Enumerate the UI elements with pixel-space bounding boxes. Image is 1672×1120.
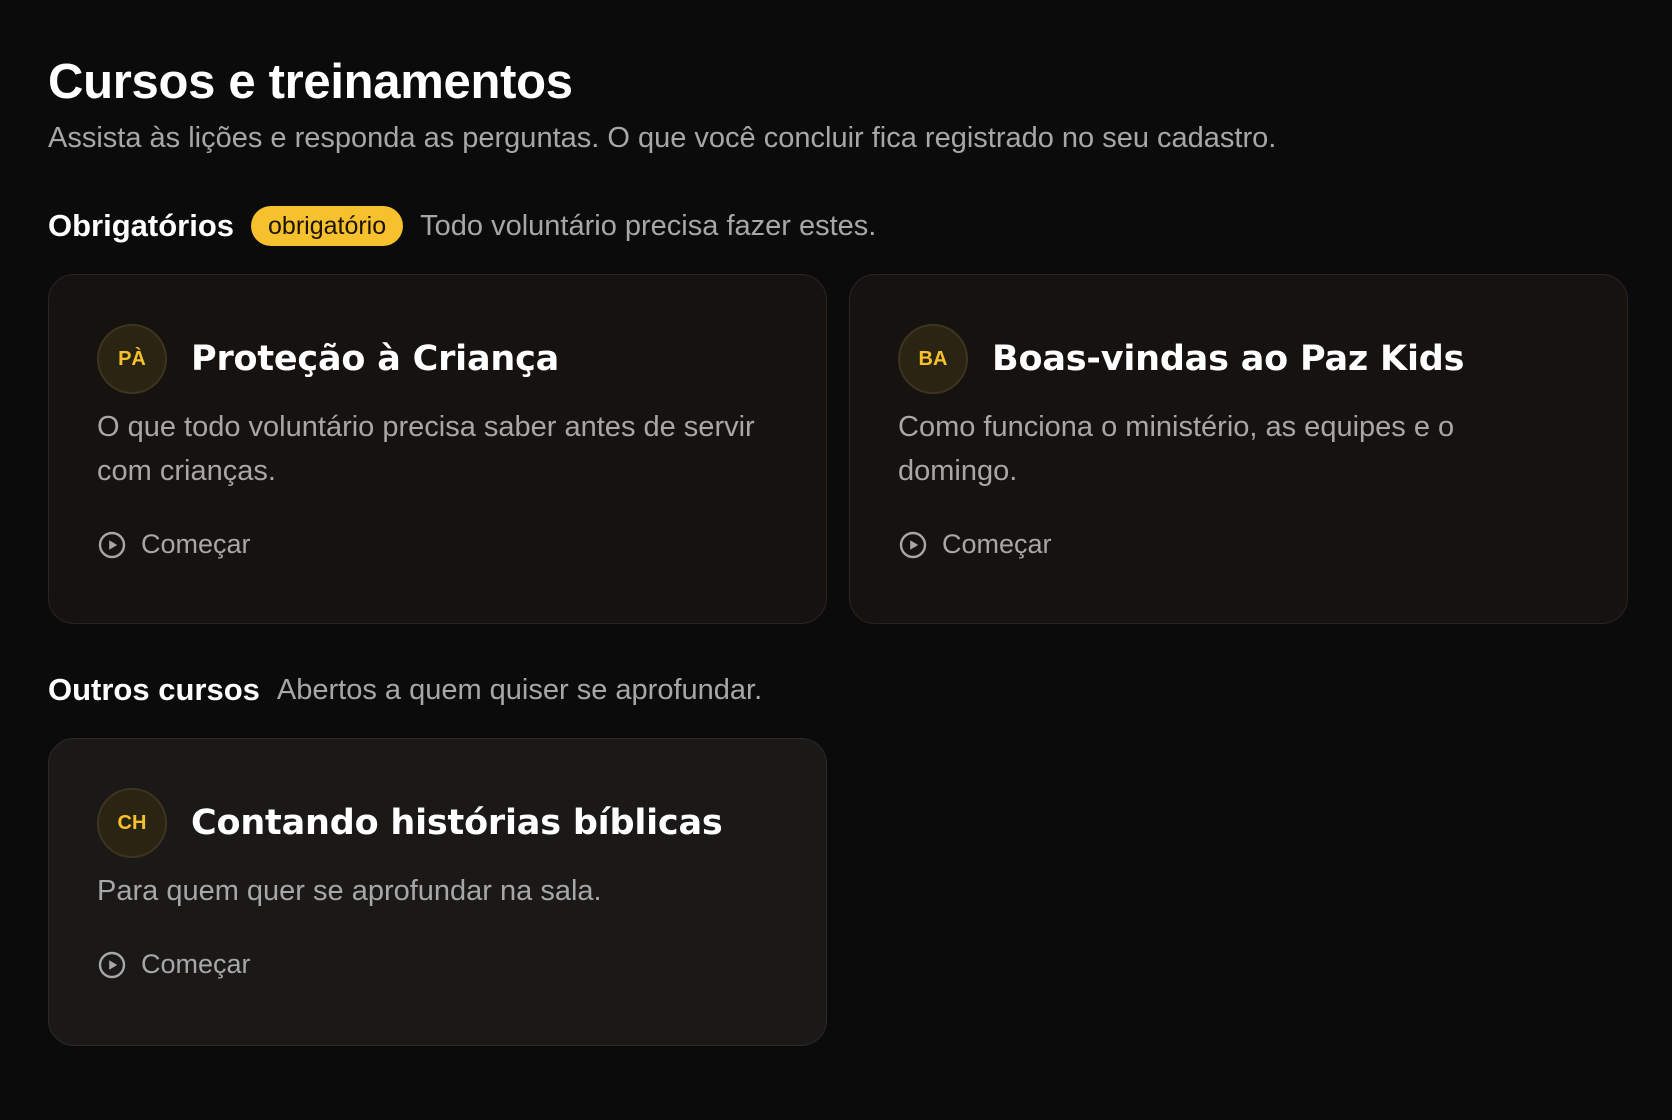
course-card-header: PÀ Proteção à Criança — [97, 323, 778, 395]
play-circle-icon — [97, 950, 127, 980]
start-course-button[interactable]: Começar — [97, 949, 251, 980]
other-section-header: Outros cursos Abertos a quem quiser se a… — [48, 668, 1624, 712]
play-circle-icon — [97, 530, 127, 560]
start-course-label: Começar — [942, 529, 1052, 559]
course-avatar: PÀ — [97, 324, 167, 394]
courses-page: Cursos e treinamentos Assista às lições … — [0, 0, 1672, 1120]
page-subtitle: Assista às lições e responda as pergunta… — [48, 122, 1277, 154]
start-course-button[interactable]: Começar — [97, 529, 251, 560]
section-description-required: Todo voluntário precisa fazer estes. — [420, 209, 877, 242]
course-description: Como funciona o ministério, as equipes e… — [898, 411, 1455, 487]
course-card-protecao[interactable]: PÀ Proteção à Criança O que todo voluntá… — [48, 274, 827, 624]
course-title: Boas-vindas ao Paz Kids — [992, 339, 1465, 379]
other-courses-grid: CH Contando histórias bíblicas Para quem… — [48, 738, 1624, 1046]
start-course-button[interactable]: Começar — [898, 529, 1052, 560]
course-title: Proteção à Criança — [191, 339, 560, 379]
course-card-header: CH Contando histórias bíblicas — [97, 787, 778, 859]
required-badge: obrigatório — [251, 206, 404, 246]
course-title: Contando histórias bíblicas — [191, 803, 723, 843]
start-course-label: Começar — [141, 949, 251, 979]
course-description: O que todo voluntário precisa saber ante… — [97, 411, 755, 487]
course-description: Para quem quer se aprofundar na sala. — [97, 875, 602, 907]
course-card-header: BA Boas-vindas ao Paz Kids — [898, 323, 1579, 395]
required-courses-grid: PÀ Proteção à Criança O que todo voluntá… — [48, 274, 1628, 624]
section-title-required: Obrigatórios — [48, 208, 235, 243]
course-avatar: BA — [898, 324, 968, 394]
start-course-label: Começar — [141, 529, 251, 559]
course-avatar: CH — [97, 788, 167, 858]
section-title-other: Outros cursos — [48, 672, 260, 707]
course-card-boas-vindas[interactable]: BA Boas-vindas ao Paz Kids Como funciona… — [849, 274, 1628, 624]
page-title: Cursos e treinamentos — [48, 55, 573, 109]
section-description-other: Abertos a quem quiser se aprofundar. — [276, 673, 763, 706]
course-card-historias[interactable]: CH Contando histórias bíblicas Para quem… — [48, 738, 827, 1046]
play-circle-icon — [898, 530, 928, 560]
required-section-header: Obrigatórios obrigatório Todo voluntário… — [48, 204, 1624, 248]
